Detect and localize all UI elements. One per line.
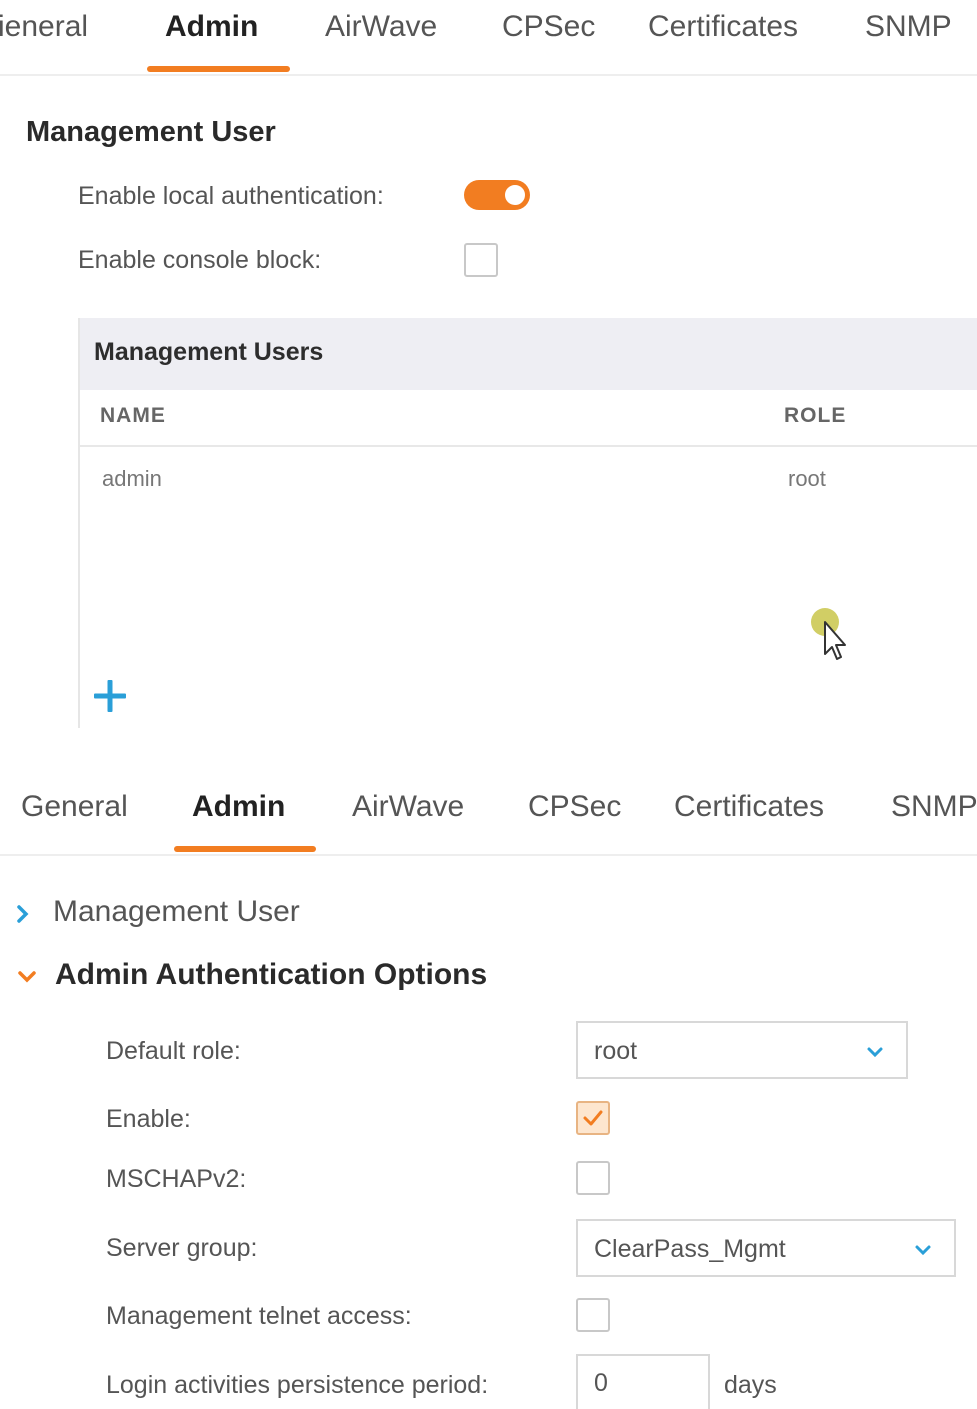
tab-admin[interactable]: Admin xyxy=(165,10,258,44)
console-block-label: Enable console block: xyxy=(78,246,322,274)
table-title: Management Users xyxy=(94,338,324,366)
chevron-down-icon xyxy=(915,1245,931,1256)
table-header: Management Users xyxy=(80,318,977,390)
tab-admin[interactable]: Admin xyxy=(192,790,285,824)
active-tab-indicator xyxy=(147,66,290,72)
chevron-down-icon xyxy=(867,1047,883,1058)
active-tab-indicator xyxy=(174,846,316,852)
bottom-tab-bar: General Admin AirWave CPSec Certificates… xyxy=(0,780,977,856)
add-user-icon[interactable] xyxy=(92,678,128,714)
column-header-role[interactable]: ROLE xyxy=(784,404,846,428)
chevron-right-icon[interactable] xyxy=(12,903,34,925)
toggle-knob xyxy=(502,182,528,208)
chevron-down-icon[interactable] xyxy=(16,966,38,988)
header-divider xyxy=(80,445,977,447)
persistence-unit: days xyxy=(724,1371,777,1399)
row-name-cell[interactable]: admin xyxy=(102,466,162,492)
tab-cpsec[interactable]: CPSec xyxy=(502,10,595,44)
default-role-value: root xyxy=(594,1037,638,1065)
tab-snmp[interactable]: SNMP xyxy=(891,790,977,824)
management-user-title: Management User xyxy=(26,116,276,148)
tab-airwave[interactable]: AirWave xyxy=(325,10,437,44)
checkmark-icon xyxy=(583,1110,603,1126)
tab-general[interactable]: General xyxy=(21,790,128,824)
top-tab-bar: ieneral Admin AirWave CPSec Certificates… xyxy=(0,0,977,76)
console-block-checkbox[interactable] xyxy=(464,243,498,277)
mschapv2-checkbox[interactable] xyxy=(576,1161,610,1195)
telnet-access-checkbox[interactable] xyxy=(576,1298,610,1332)
default-role-label: Default role: xyxy=(106,1037,241,1065)
server-group-label: Server group: xyxy=(106,1234,258,1262)
persistence-period-label: Login activities persistence period: xyxy=(106,1371,489,1399)
mschapv2-label: MSCHAPv2: xyxy=(106,1165,247,1193)
server-group-select[interactable]: ClearPass_Mgmt xyxy=(576,1219,956,1277)
local-auth-toggle[interactable] xyxy=(464,180,530,210)
tab-general[interactable]: ieneral xyxy=(0,10,88,44)
tab-airwave[interactable]: AirWave xyxy=(352,790,464,824)
server-group-value: ClearPass_Mgmt xyxy=(594,1235,786,1263)
telnet-access-label: Management telnet access: xyxy=(106,1302,412,1330)
local-auth-label: Enable local authentication: xyxy=(78,182,384,210)
management-users-table: Management Users NAME ROLE admin root xyxy=(78,318,977,728)
tab-cpsec[interactable]: CPSec xyxy=(528,790,621,824)
enable-label: Enable: xyxy=(106,1105,191,1133)
row-role-cell[interactable]: root xyxy=(788,466,826,492)
persistence-period-field[interactable] xyxy=(578,1356,708,1409)
default-role-select[interactable]: root xyxy=(576,1021,908,1079)
persistence-period-input[interactable] xyxy=(576,1354,710,1409)
tab-certificates[interactable]: Certificates xyxy=(648,10,798,44)
column-header-name[interactable]: NAME xyxy=(100,404,166,428)
enable-checkbox[interactable] xyxy=(576,1101,610,1135)
accordion-management-user[interactable]: Management User xyxy=(53,895,300,929)
mouse-pointer-icon xyxy=(811,608,846,660)
accordion-admin-auth-options[interactable]: Admin Authentication Options xyxy=(55,958,487,992)
tab-certificates[interactable]: Certificates xyxy=(674,790,824,824)
tab-snmp[interactable]: SNMP xyxy=(865,10,952,44)
